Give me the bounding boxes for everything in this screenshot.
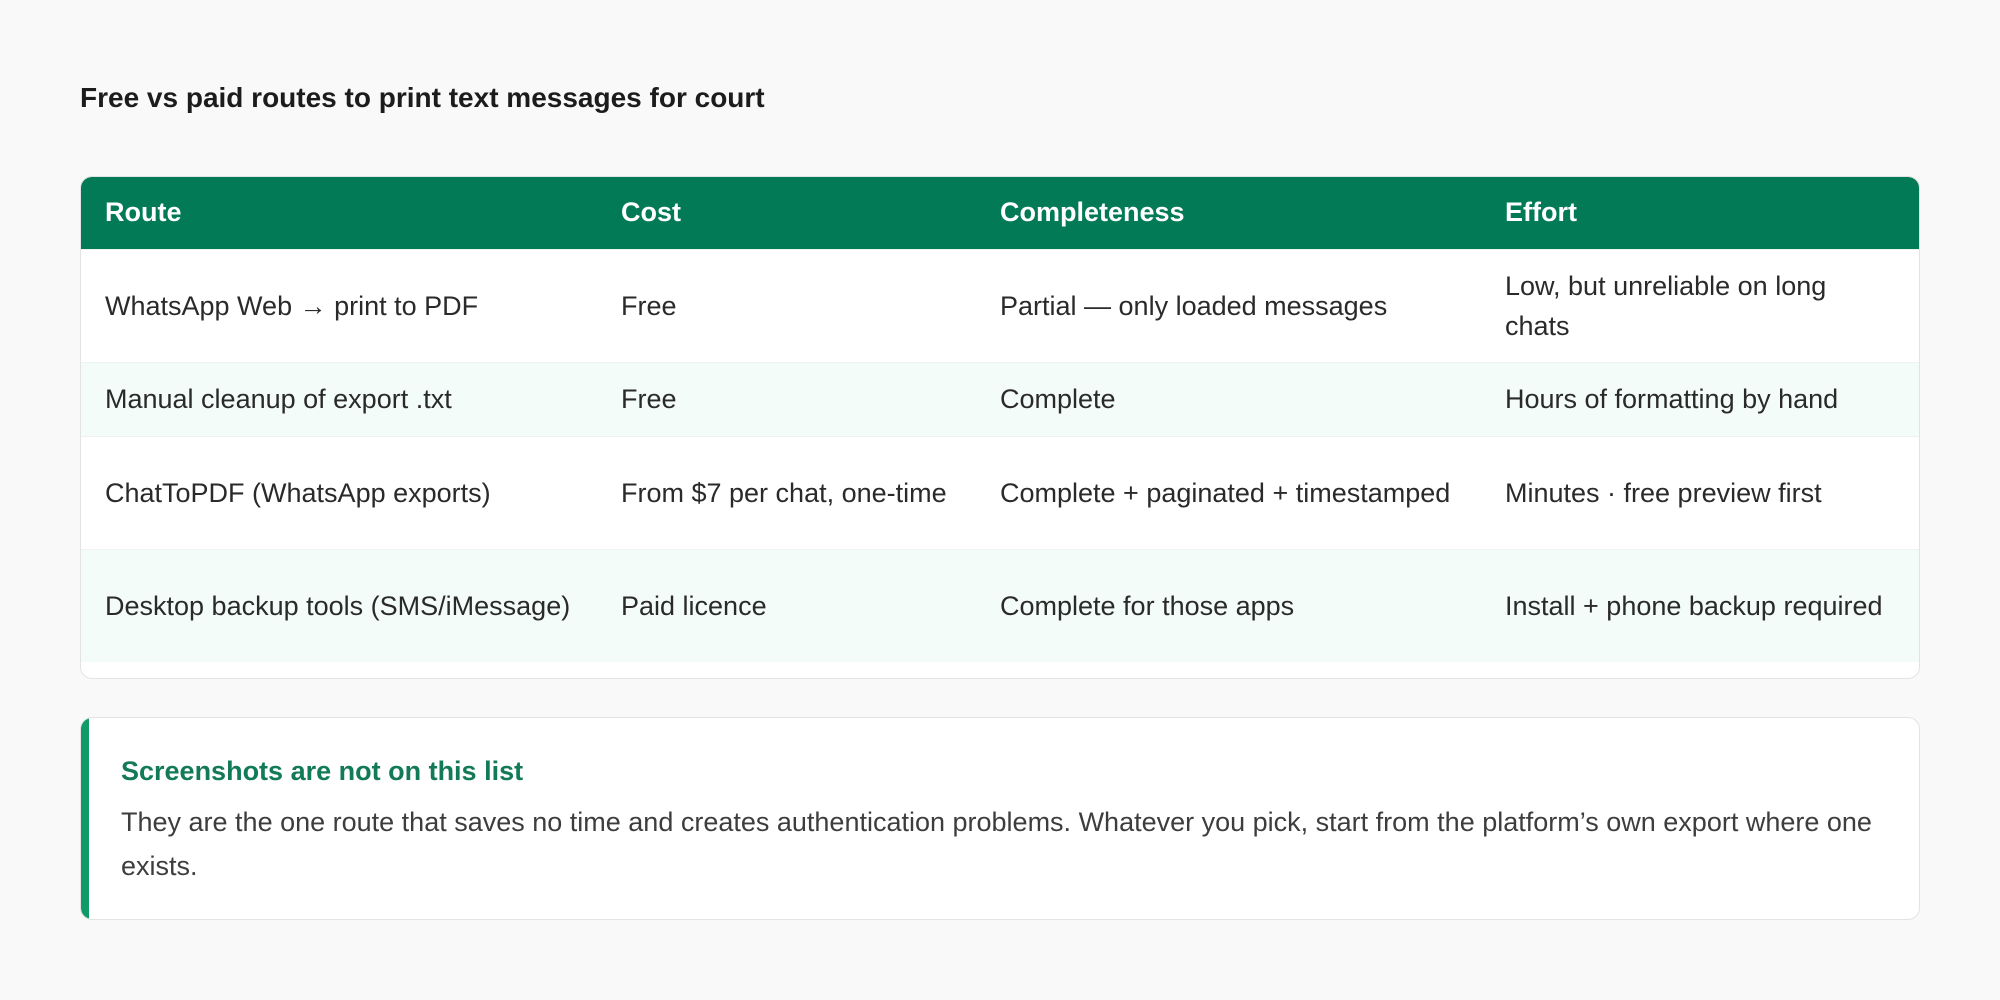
table-row: WhatsApp Web → print to PDF Free Partial… [81,248,1919,362]
route-cell: Manual cleanup of export .txt [81,361,597,436]
effort-cell: Hours of formatting by hand [1481,361,1919,436]
table-row: Desktop backup tools (SMS/iMessage) Paid… [81,548,1919,662]
table-row: Manual cleanup of export .txt Free Compl… [81,361,1919,436]
comparison-table: Route Cost Completeness Effort WhatsApp … [81,177,1919,662]
page-title: Free vs paid routes to print text messag… [80,82,765,113]
callout-title: Screenshots are not on this list [121,756,524,786]
page: Free vs paid routes to print text messag… [0,0,2000,1000]
callout-note: Screenshots are not on this list They ar… [80,717,1920,920]
column-header-route: Route [105,197,182,228]
completeness-cell: Partial — only loaded messages [976,248,1481,362]
route-cell: WhatsApp Web → print to PDF [81,248,597,362]
effort-cell: Low, but unreliable on long chats [1481,248,1919,362]
completeness-cell: Complete [976,361,1481,436]
cost-cell: From $7 per chat, one-time [597,435,976,549]
table-row: ChatToPDF (WhatsApp exports) From $7 per… [81,435,1919,549]
column-header-cost: Cost [621,197,681,228]
effort-cell: Install + phone backup required [1481,548,1919,662]
completeness-cell: Complete for those apps [976,548,1481,662]
effort-cell: Minutes · free preview first [1481,435,1919,549]
column-header-effort: Effort [1505,197,1577,228]
table-header-row: Route Cost Completeness Effort [81,177,1919,249]
cost-cell: Paid licence [597,548,976,662]
column-header-completeness: Completeness [1000,197,1185,228]
completeness-cell: Complete + paginated + timestamped [976,435,1481,549]
route-cell: ChatToPDF (WhatsApp exports) [81,435,597,549]
callout-accent-bar [81,718,89,919]
route-cell: Desktop backup tools (SMS/iMessage) [81,548,597,662]
comparison-table-card: Route Cost Completeness Effort WhatsApp … [80,176,1920,679]
cost-cell: Free [597,361,976,436]
cost-cell: Free [597,248,976,362]
callout-body: They are the one route that saves no tim… [121,807,1872,881]
